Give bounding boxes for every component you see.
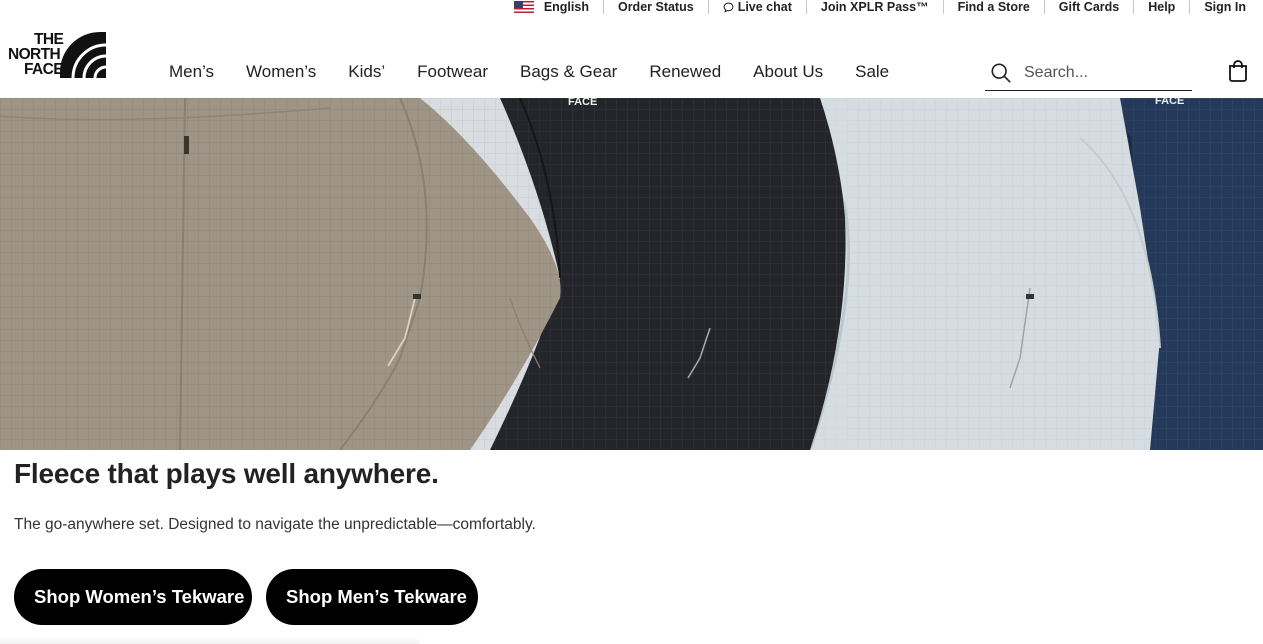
promo-subtext: The go-anywhere set. Designed to navigat… — [14, 516, 536, 533]
brand-mark-black: FACE — [568, 98, 597, 108]
gift-cards-label: Gift Cards — [1058, 0, 1120, 14]
nav-mens[interactable]: Men’s — [153, 62, 230, 82]
cta-group: Shop Women’s Tekware Shop Men’s Tekware — [14, 569, 492, 625]
chat-bubble-icon — [723, 2, 734, 13]
order-status-link[interactable]: Order Status — [602, 0, 708, 14]
language-label: English — [543, 0, 589, 14]
nav-footwear[interactable]: Footwear — [401, 62, 504, 82]
search-input[interactable] — [1024, 64, 1184, 82]
logo-wordmark: THE NORTH FACE — [8, 31, 64, 78]
taupe-jacket — [0, 98, 561, 450]
order-status-label: Order Status — [617, 0, 694, 14]
search-bar — [985, 56, 1192, 91]
half-dome-icon — [60, 32, 106, 78]
find-store-label: Find a Store — [957, 0, 1030, 14]
hero-jackets-illustration: FACE FACE — [0, 98, 1263, 450]
shopping-bag-icon[interactable] — [1228, 60, 1248, 82]
sign-in-label: Sign In — [1204, 0, 1246, 14]
find-store-link[interactable]: Find a Store — [942, 0, 1044, 14]
the-north-face-logo[interactable]: THE NORTH FACE — [8, 32, 106, 78]
live-chat-link[interactable]: Live chat — [707, 0, 806, 14]
nav-renewed[interactable]: Renewed — [633, 62, 737, 82]
live-chat-label: Live chat — [737, 0, 792, 14]
utility-links: English Order Status Live chat Join XPLR… — [500, 0, 1246, 14]
site-header: THE NORTH FACE Men’s Women’s Kids’ Footw… — [0, 16, 1263, 98]
utility-bar: English Order Status Live chat Join XPLR… — [0, 0, 1263, 16]
nav-about-us[interactable]: About Us — [737, 62, 839, 82]
logo-line-2: NORTH — [8, 46, 61, 63]
nav-womens[interactable]: Women’s — [230, 62, 332, 82]
nav-bags-gear[interactable]: Bags & Gear — [504, 62, 633, 82]
promo-headline: Fleece that plays well anywhere. — [14, 458, 439, 489]
shop-mens-tekware-button[interactable]: Shop Men’s Tekware — [266, 569, 478, 625]
nav-sale[interactable]: Sale — [839, 62, 905, 82]
hero-image[interactable]: FACE FACE — [0, 98, 1263, 450]
help-link[interactable]: Help — [1133, 0, 1189, 14]
nav-kids[interactable]: Kids’ — [332, 62, 401, 82]
sign-in-link[interactable]: Sign In — [1189, 0, 1246, 14]
join-xplr-pass-label: Join XPLR Pass™ — [820, 0, 929, 14]
us-flag-icon — [513, 1, 534, 13]
main-nav: Men’s Women’s Kids’ Footwear Bags & Gear… — [153, 62, 905, 82]
join-xplr-pass-link[interactable]: Join XPLR Pass™ — [805, 0, 943, 14]
help-label: Help — [1148, 0, 1176, 14]
bottom-panel-edge — [0, 636, 420, 644]
gift-cards-link[interactable]: Gift Cards — [1043, 0, 1133, 14]
shop-womens-tekware-button[interactable]: Shop Women’s Tekware — [14, 569, 252, 625]
logo-line-3: FACE — [24, 61, 64, 78]
language-selector[interactable]: English — [500, 0, 603, 14]
search-icon[interactable] — [990, 62, 1012, 84]
logo-line-1: THE — [34, 31, 64, 48]
